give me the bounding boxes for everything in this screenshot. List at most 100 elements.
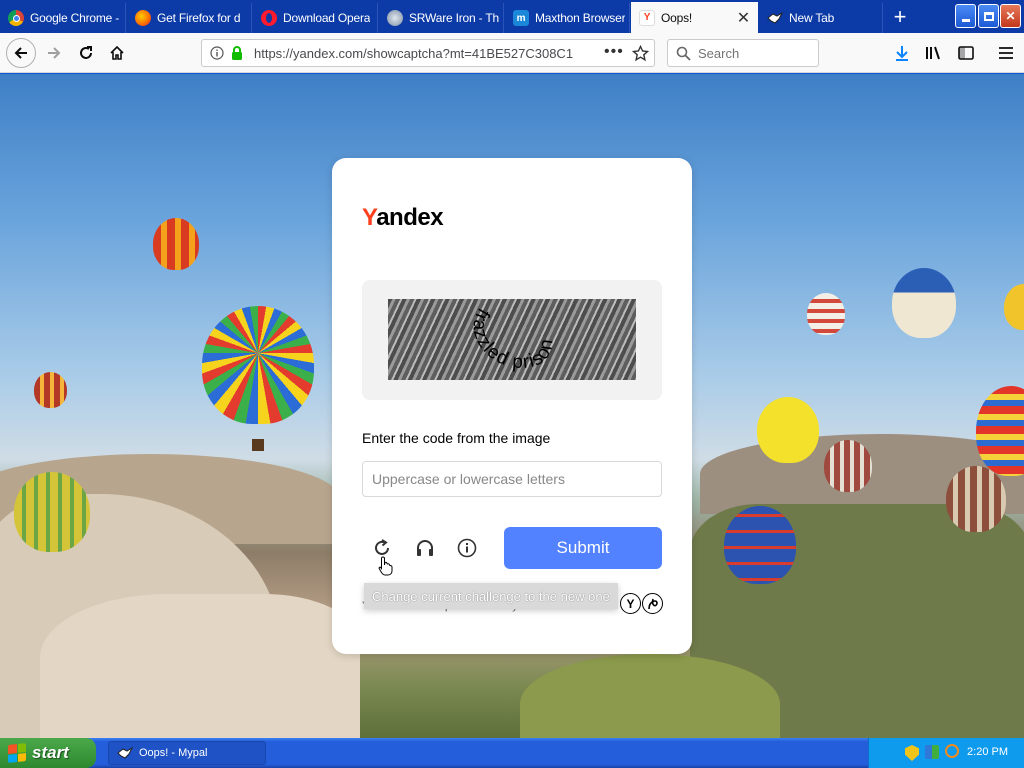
tab-label: Get Firefox for d (157, 11, 241, 25)
hot-air-balloon (724, 506, 796, 584)
tab-label: SRWare Iron - Th (409, 11, 499, 25)
tab-srware-iron[interactable]: SRWare Iron - Th (379, 3, 504, 33)
rock-formation (40, 594, 360, 738)
search-tray-icon[interactable] (945, 744, 959, 758)
sidebar-icon (958, 46, 974, 60)
captcha-info-button[interactable] (455, 536, 479, 560)
svg-text:frazzled prison: frazzled prison (469, 305, 558, 374)
close-icon: ✕ (1005, 9, 1016, 23)
captcha-distorted-text: frazzled prison (469, 305, 557, 374)
hot-air-balloon (153, 218, 199, 270)
tab-maxthon[interactable]: m Maxthon Browser (505, 3, 630, 33)
tab-google-chrome[interactable]: Google Chrome - (0, 3, 126, 33)
close-tab-icon[interactable]: ✕ (737, 8, 750, 28)
firefox-icon (135, 10, 151, 26)
menu-button[interactable] (992, 39, 1020, 67)
refresh-tooltip: Change current challenge to the new one (364, 583, 618, 609)
tab-label: Maxthon Browser (535, 11, 626, 25)
windows-logo-icon (8, 743, 26, 763)
security-shield-icon[interactable] (905, 745, 919, 761)
bookmark-star-icon[interactable] (632, 45, 649, 62)
hot-air-balloon (757, 397, 819, 463)
taskbar-item-label: Oops! - Mypal (139, 747, 208, 759)
brand-icons: Y (620, 593, 664, 614)
yandex-logo: Yandex (362, 204, 444, 232)
tab-label: New Tab (789, 11, 835, 25)
window-close-button[interactable]: ✕ (1000, 4, 1021, 28)
captcha-code-input[interactable] (362, 461, 662, 497)
reload-button[interactable] (72, 39, 100, 67)
search-bar[interactable]: Search (667, 39, 819, 67)
yandex-logo-text: andex (376, 204, 444, 231)
navigation-bar: https://yandex.com/showcaptcha?mt=41BE52… (0, 33, 1024, 73)
captcha-image: frazzled prison (388, 299, 636, 380)
back-arrow-icon (14, 47, 27, 59)
search-icon (676, 46, 691, 61)
reload-icon (80, 46, 92, 59)
yandex-logo-letter: Y (362, 204, 377, 231)
window-maximize-button[interactable] (978, 4, 999, 28)
opera-icon (261, 10, 277, 26)
hot-air-balloon (1004, 284, 1024, 330)
refresh-icon (375, 539, 389, 555)
mypal-icon (117, 746, 133, 759)
new-tab-button[interactable]: + (884, 3, 916, 31)
smartcaptcha-circle-icon (642, 593, 663, 614)
network-icon[interactable] (925, 745, 939, 759)
restore-icon (983, 11, 994, 21)
clock: 2:20 PM (967, 746, 1008, 758)
forward-arrow-icon (48, 47, 61, 59)
hot-air-balloon (976, 386, 1024, 476)
tab-label: Google Chrome - (30, 11, 120, 25)
address-bar[interactable]: https://yandex.com/showcaptcha?mt=41BE52… (201, 39, 655, 67)
window-minimize-button[interactable] (955, 4, 976, 28)
tab-label: Oops! (661, 10, 693, 25)
home-button[interactable] (103, 39, 131, 67)
library-button[interactable] (920, 39, 948, 67)
start-button[interactable]: start (0, 738, 96, 768)
windows-taskbar: start Oops! - Mypal 2:20 PM (0, 738, 1024, 768)
url-text: https://yandex.com/showcaptcha?mt=41BE52… (254, 46, 574, 61)
minimize-icon (961, 18, 970, 22)
taskbar-item-mypal[interactable]: Oops! - Mypal (108, 741, 266, 765)
back-button[interactable] (6, 38, 36, 68)
audio-captcha-button[interactable] (413, 536, 437, 560)
mypal-icon (767, 10, 783, 26)
submit-button[interactable]: Submit (504, 527, 662, 569)
lock-icon[interactable] (230, 45, 244, 61)
library-icon (926, 46, 940, 60)
sidebar-button[interactable] (952, 39, 980, 67)
hot-air-balloon (946, 466, 1006, 532)
downloads-button[interactable] (888, 39, 916, 67)
search-placeholder: Search (698, 46, 740, 61)
start-label: start (32, 743, 69, 762)
forward-button[interactable] (40, 39, 68, 67)
hot-air-balloon (807, 293, 845, 335)
chrome-icon (8, 10, 24, 26)
hot-air-balloon (14, 472, 90, 552)
headphones-icon (417, 540, 433, 556)
page-actions-icon[interactable]: ••• (604, 43, 624, 61)
yandex-circle-icon: Y (620, 593, 641, 614)
download-arrow-icon (896, 46, 908, 61)
info-icon[interactable] (210, 46, 224, 60)
page-content: Yandex frazzled prison Enter the code fr… (0, 74, 1024, 738)
tab-get-firefox[interactable]: Get Firefox for d (127, 3, 252, 33)
tab-oops-active[interactable]: Y Oops! ✕ (631, 2, 758, 33)
srware-iron-icon (387, 10, 403, 26)
plus-icon: + (893, 4, 907, 29)
info-icon (457, 538, 477, 558)
tab-new-tab[interactable]: New Tab (759, 3, 883, 33)
captcha-image-frame: frazzled prison (362, 280, 662, 400)
mouse-cursor-hand-icon (378, 556, 393, 576)
home-icon (110, 45, 124, 60)
balloon-basket (252, 439, 264, 451)
hamburger-menu-icon (999, 47, 1013, 59)
hot-air-balloon (202, 306, 314, 424)
tab-download-opera[interactable]: Download Opera (253, 3, 378, 33)
system-tray: 2:20 PM (868, 738, 1024, 768)
tab-strip: Google Chrome - Get Firefox for d Downlo… (0, 0, 1024, 33)
captcha-prompt: Enter the code from the image (362, 430, 551, 446)
hot-air-balloon (824, 440, 872, 492)
maxthon-icon: m (513, 10, 529, 26)
